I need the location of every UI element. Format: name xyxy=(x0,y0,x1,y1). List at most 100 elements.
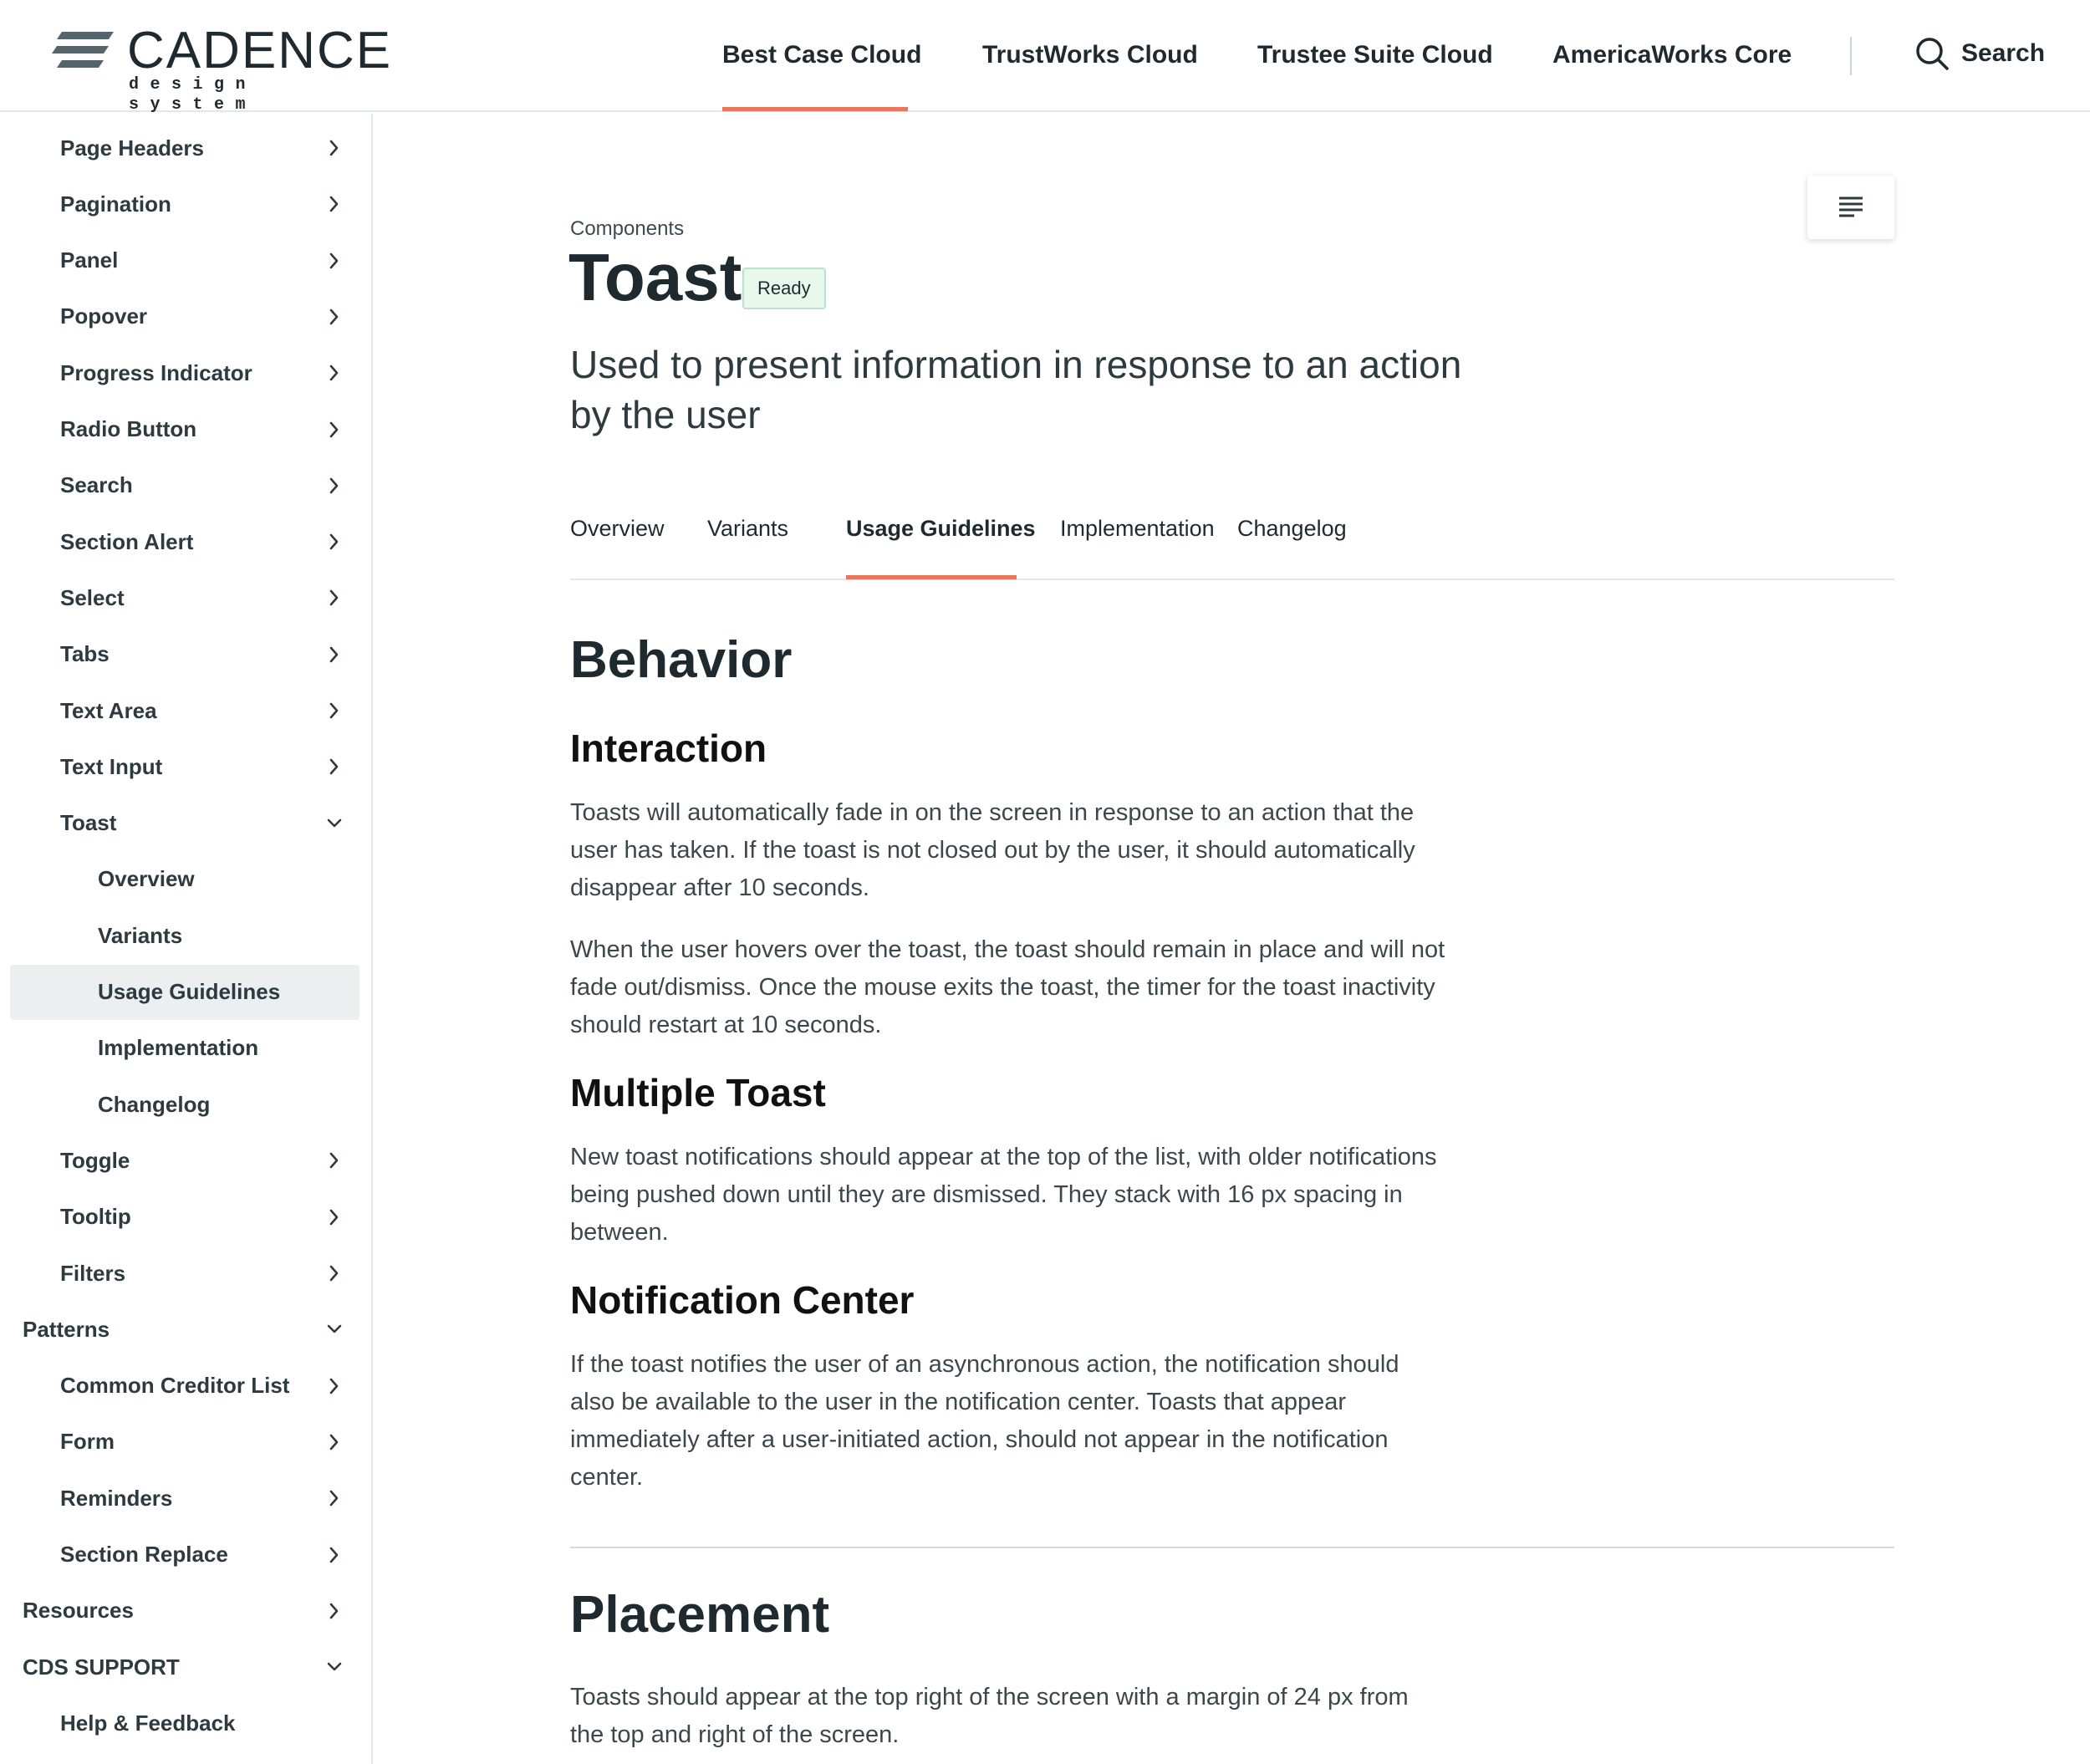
chevron-right-icon[interactable] xyxy=(323,136,346,160)
toc-lines-icon xyxy=(1839,196,1863,217)
tab-implementation[interactable]: Implementation xyxy=(1060,515,1215,542)
chevron-right-icon[interactable] xyxy=(323,1374,346,1398)
chevron-right-icon[interactable] xyxy=(323,1543,346,1567)
tab-changelog[interactable]: Changelog xyxy=(1237,515,1347,542)
status-badge: Ready xyxy=(742,268,826,309)
sidebar-item-usage-guidelines[interactable]: Usage Guidelines xyxy=(10,964,359,1020)
sidebar-item-reminders[interactable]: Reminders xyxy=(10,1471,359,1526)
tab-usage-guidelines[interactable]: Usage Guidelines xyxy=(846,515,1036,542)
chevron-right-icon[interactable] xyxy=(323,1430,346,1454)
sidebar-item-common-creditor-list[interactable]: Common Creditor List xyxy=(10,1359,359,1414)
sidebar-item-overview[interactable]: Overview xyxy=(10,852,359,907)
chevron-down-icon[interactable] xyxy=(323,1655,346,1679)
nav-trustworks-cloud[interactable]: TrustWorks Cloud xyxy=(982,40,1198,70)
interaction-paragraph-1: Toasts will automatically fade in on the… xyxy=(570,799,1415,901)
sidebar-item-label: Pagination xyxy=(60,191,171,217)
sidebar-item-select[interactable]: Select xyxy=(10,570,359,625)
table-of-contents-button[interactable] xyxy=(1807,176,1894,239)
logo-tagline: design system xyxy=(129,75,257,115)
page-title: Toast xyxy=(568,240,742,314)
chevron-right-icon[interactable] xyxy=(323,1149,346,1172)
sidebar-item-tooltip[interactable]: Tooltip xyxy=(10,1190,359,1245)
sidebar-item-text-input[interactable]: Text Input xyxy=(10,739,359,794)
chevron-right-icon[interactable] xyxy=(323,418,346,441)
chevron-right-icon[interactable] xyxy=(323,361,346,385)
sidebar-item-changelog[interactable]: Changelog xyxy=(10,1077,359,1132)
multiple-toast-heading: Multiple Toast xyxy=(570,1071,826,1114)
top-bar: CADENCE design system Best Case Cloud Tr… xyxy=(0,0,2090,115)
sidebar-item-panel[interactable]: Panel xyxy=(10,233,359,288)
app-frame: CADENCE design system Best Case Cloud Tr… xyxy=(0,0,2090,1764)
interaction-paragraph-2: When the user hovers over the toast, the… xyxy=(570,936,1445,1038)
chevron-right-icon[interactable] xyxy=(323,1206,346,1229)
nav-divider xyxy=(1850,37,1852,75)
chevron-right-icon[interactable] xyxy=(323,643,346,666)
chevron-right-icon[interactable] xyxy=(323,1486,346,1510)
search-label: Search xyxy=(1961,39,2046,67)
sidebar-item-page-headers[interactable]: Page Headers xyxy=(10,120,359,176)
sidebar-item-section-replace[interactable]: Section Replace xyxy=(10,1527,359,1583)
sidebar-item-cds-support[interactable]: CDS SUPPORT xyxy=(10,1639,359,1695)
sidebar-item-label: Common Creditor List xyxy=(60,1373,290,1399)
sidebar-item-help-and-feedback[interactable]: Help & Feedback xyxy=(10,1695,359,1751)
sidebar-item-label: Form xyxy=(60,1429,115,1455)
chevron-right-icon[interactable] xyxy=(323,1599,346,1623)
chevron-right-icon[interactable] xyxy=(323,249,346,273)
notification-center-paragraph: If the toast notifies the user of an asy… xyxy=(570,1351,1399,1491)
interaction-heading: Interaction xyxy=(570,727,767,770)
chevron-right-icon[interactable] xyxy=(323,586,346,609)
sidebar-item-label: Resources xyxy=(23,1598,134,1624)
sidebar-item-text-area[interactable]: Text Area xyxy=(10,683,359,738)
sidebar-item-label: Implementation xyxy=(98,1035,259,1061)
sidebar-item-label: Variants xyxy=(98,922,183,948)
sidebar-item-pagination[interactable]: Pagination xyxy=(10,176,359,232)
chevron-right-icon[interactable] xyxy=(323,1262,346,1285)
sidebar-item-search[interactable]: Search xyxy=(10,458,359,513)
multiple-toast-paragraph: New toast notifications should appear at… xyxy=(570,1144,1437,1246)
chevron-down-icon[interactable] xyxy=(323,1318,346,1341)
sidebar-item-label: Changelog xyxy=(98,1091,211,1117)
sidebar-item-form[interactable]: Form xyxy=(10,1415,359,1470)
cadence-logo[interactable]: CADENCE design system xyxy=(50,23,390,115)
sidebar-item-toast[interactable]: Toast xyxy=(10,796,359,851)
nav-americaworks-core[interactable]: AmericaWorks Core xyxy=(1552,40,1792,70)
sidebar-item-toggle[interactable]: Toggle xyxy=(10,1133,359,1188)
tab-variants[interactable]: Variants xyxy=(707,515,788,542)
sidebar-item-resources[interactable]: Resources xyxy=(10,1583,359,1639)
sidebar-item-patterns[interactable]: Patterns xyxy=(10,1302,359,1357)
sidebar-item-label: Text Area xyxy=(60,697,157,723)
sidebar-nav: Page Headers Pagination Panel Popover Progre… xyxy=(0,114,373,1764)
sidebar-item-label: Tooltip xyxy=(60,1204,131,1230)
chevron-right-icon[interactable] xyxy=(323,530,346,553)
chevron-down-icon[interactable] xyxy=(323,812,346,835)
tab-active-indicator xyxy=(846,575,1017,579)
search-button[interactable]: Search xyxy=(1914,33,2045,74)
sidebar-item-label: Overview xyxy=(98,866,195,892)
sidebar-item-popover[interactable]: Popover xyxy=(10,289,359,344)
chevron-right-icon[interactable] xyxy=(323,305,346,329)
sidebar-item-label: Text Input xyxy=(60,753,163,779)
sidebar-item-implementation[interactable]: Implementation xyxy=(10,1021,359,1076)
placement-heading: Placement xyxy=(570,1586,830,1644)
sidebar-item-label: Toast xyxy=(60,810,117,836)
chevron-right-icon[interactable] xyxy=(323,474,346,497)
tab-overview[interactable]: Overview xyxy=(570,515,665,542)
sidebar-item-section-alert[interactable]: Section Alert xyxy=(10,514,359,569)
sidebar-item-variants[interactable]: Variants xyxy=(10,908,359,963)
sidebar-item-tabs[interactable]: Tabs xyxy=(10,627,359,682)
nav-best-case-cloud[interactable]: Best Case Cloud xyxy=(722,40,921,70)
sidebar-item-label: Reminders xyxy=(60,1485,173,1511)
chevron-right-icon[interactable] xyxy=(323,192,346,216)
nav-trustee-suite-cloud[interactable]: Trustee Suite Cloud xyxy=(1257,40,1493,70)
sidebar-item-label: Tabs xyxy=(60,641,110,667)
behavior-heading: Behavior xyxy=(570,631,793,689)
notification-center-heading: Notification Center xyxy=(570,1278,915,1322)
sidebar-item-progress-indicator[interactable]: Progress Indicator xyxy=(10,345,359,400)
chevron-right-icon[interactable] xyxy=(323,699,346,722)
sidebar-item-radio-button[interactable]: Radio Button xyxy=(10,402,359,457)
sidebar-item-label: Toggle xyxy=(60,1147,130,1173)
sidebar-item-label: Progress Indicator xyxy=(60,359,252,385)
chevron-right-icon[interactable] xyxy=(323,755,346,778)
sidebar-item-filters[interactable]: Filters xyxy=(10,1246,359,1301)
sidebar-item-label: Section Replace xyxy=(60,1542,228,1567)
